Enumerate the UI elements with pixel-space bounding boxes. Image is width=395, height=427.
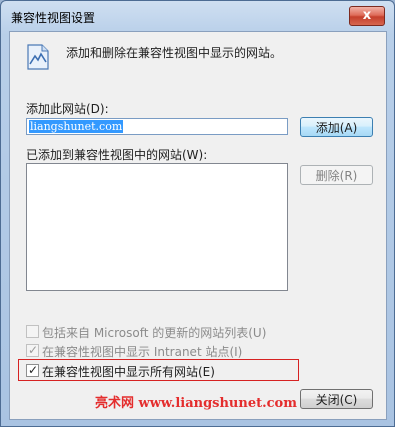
checkmark-icon: ✓: [28, 343, 39, 357]
header-description: 添加和删除在兼容性视图中显示的网站。: [66, 46, 283, 60]
all-sites-label: 在兼容性视图中显示所有网站(E): [42, 365, 215, 379]
close-icon: x: [362, 8, 372, 23]
add-button[interactable]: 添加(A): [300, 117, 373, 137]
add-site-input[interactable]: liangshunet.com: [26, 118, 288, 135]
remove-button[interactable]: 删除(R): [300, 165, 373, 185]
added-sites-label: 已添加到兼容性视图中的网站(W):: [26, 148, 208, 162]
intranet-sites-label: 在兼容性视图中显示 Intranet 站点(I): [42, 345, 243, 359]
compatibility-view-dialog: 兼容性视图设置 x 添加和删除在兼容性视图中显示的网站。 添加此网站(D): l…: [0, 0, 395, 427]
dialog-body: 添加和删除在兼容性视图中显示的网站。 添加此网站(D): liangshunet…: [9, 31, 387, 420]
all-sites-checkbox[interactable]: ✓: [26, 363, 39, 377]
add-site-input-value: liangshunet.com: [29, 120, 124, 133]
checkmark-icon: ✓: [28, 363, 39, 377]
added-sites-list[interactable]: [26, 163, 288, 291]
add-site-label: 添加此网站(D):: [26, 102, 109, 116]
dialog-title: 兼容性视图设置: [11, 11, 96, 25]
title-bar[interactable]: 兼容性视图设置 x: [1, 1, 394, 31]
broken-page-icon: [27, 44, 49, 70]
close-button[interactable]: 关闭(C): [300, 389, 373, 409]
include-microsoft-list-label: 包括来自 Microsoft 的更新的网站列表(U): [42, 326, 267, 340]
include-microsoft-list-checkbox[interactable]: [26, 325, 39, 338]
watermark-text: 亮术网 www.liangshunet.com: [95, 396, 297, 411]
intranet-sites-checkbox[interactable]: ✓: [26, 343, 39, 357]
close-window-button[interactable]: x: [349, 6, 385, 26]
